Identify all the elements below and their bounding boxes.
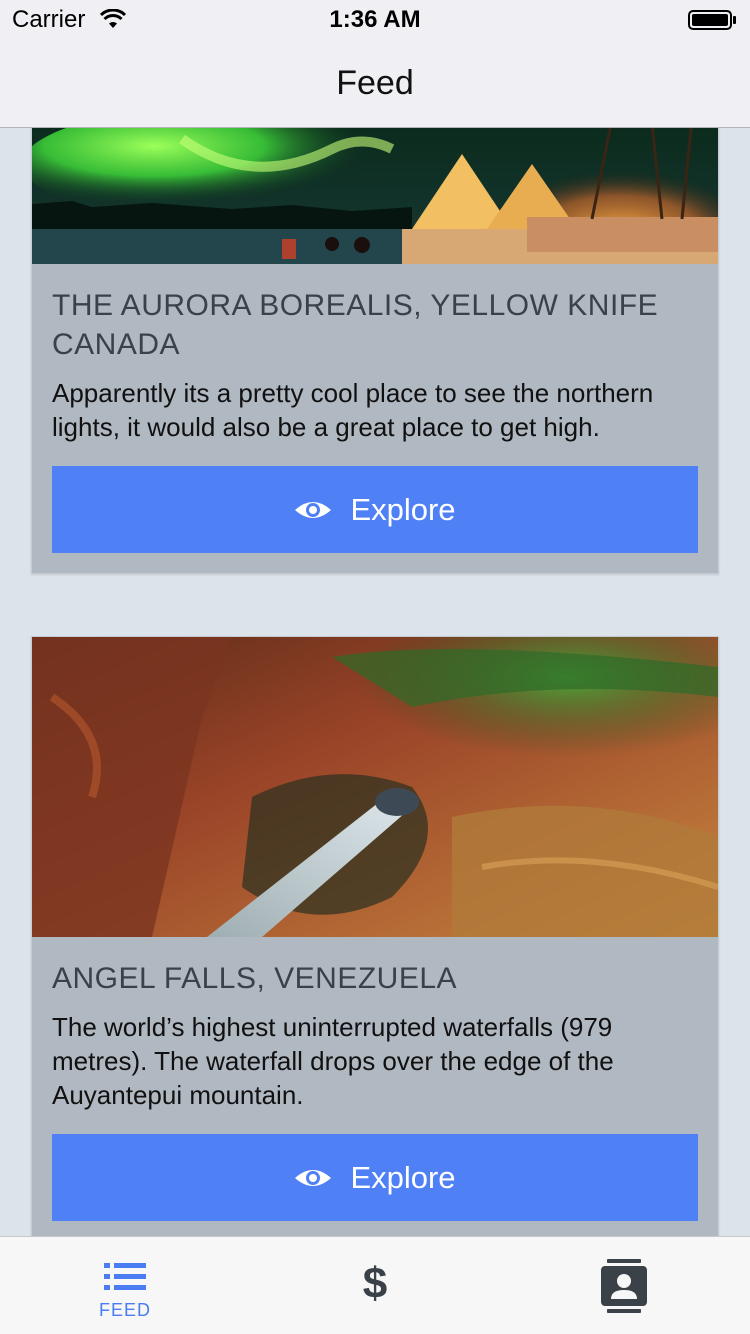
tab-contacts[interactable] bbox=[500, 1237, 750, 1334]
list-icon bbox=[104, 1263, 146, 1290]
card-description: The world’s highest uninterrupted waterf… bbox=[52, 1012, 614, 1110]
angel-falls-photo bbox=[32, 637, 718, 937]
tab-feed-label: FEED bbox=[98, 1300, 151, 1320]
feed-card-angel-falls: ANGEL FALLS, VENEZUELA The world’s highe… bbox=[31, 636, 719, 1236]
card-title: THE AURORA BOREALIS, YELLOW KNIFE CANADA bbox=[52, 289, 659, 361]
battery-icon bbox=[688, 10, 736, 30]
tab-bar: FEED $ bbox=[0, 1236, 750, 1334]
card-title: ANGEL FALLS, VENEZUELA bbox=[52, 962, 458, 995]
feed-list[interactable]: THE AURORA BOREALIS, YELLOW KNIFE CANADA… bbox=[0, 128, 750, 1236]
explore-button-label: Explore bbox=[350, 491, 456, 527]
status-bar: Carrier 1:36 AM bbox=[0, 0, 750, 40]
contact-card-icon bbox=[601, 1259, 647, 1313]
dollar-icon: $ bbox=[362, 1259, 388, 1308]
explore-button[interactable]: Explore bbox=[52, 466, 698, 553]
tab-feed[interactable]: FEED bbox=[0, 1237, 250, 1334]
card-description: Apparently its a pretty cool place to se… bbox=[52, 378, 654, 442]
page-title: Feed bbox=[336, 64, 414, 102]
feed-card-aurora: THE AURORA BOREALIS, YELLOW KNIFE CANADA… bbox=[31, 128, 719, 574]
explore-button[interactable]: Explore bbox=[52, 1134, 698, 1221]
eye-icon bbox=[295, 1169, 332, 1186]
eye-icon bbox=[295, 501, 332, 518]
explore-button-label: Explore bbox=[350, 1159, 456, 1195]
clock-label: 1:36 AM bbox=[329, 6, 421, 33]
navigation-bar: Feed bbox=[0, 40, 750, 128]
aurora-photo bbox=[32, 128, 718, 264]
tab-payments[interactable]: $ bbox=[250, 1237, 500, 1334]
